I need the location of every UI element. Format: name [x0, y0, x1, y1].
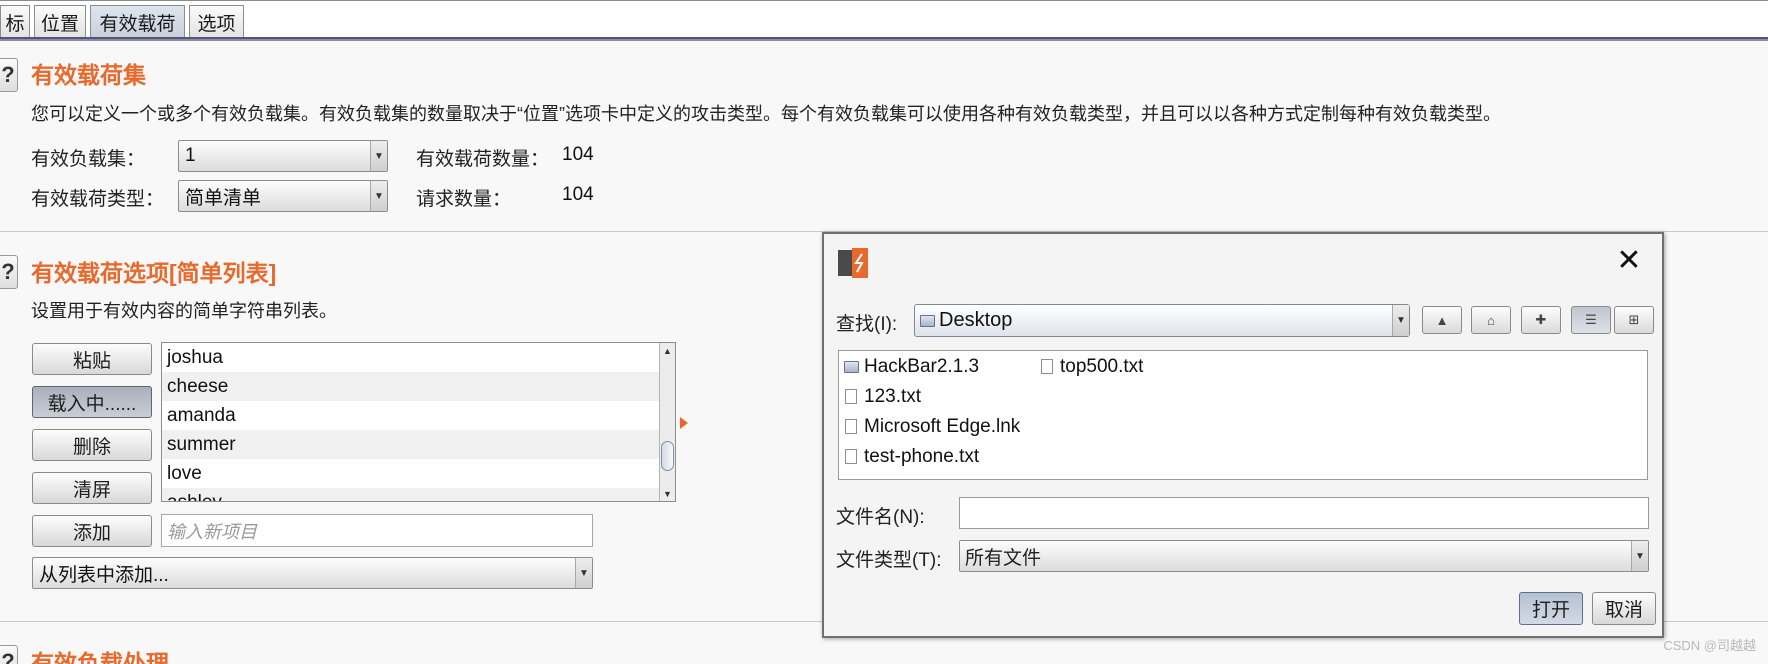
scroll-down-icon[interactable]: ▼ — [660, 486, 675, 501]
clear-button[interactable]: 清屏 — [32, 472, 152, 504]
tab-options[interactable]: 选项 — [189, 5, 244, 38]
look-in-select[interactable]: Desktop ▼ — [914, 304, 1410, 337]
up-folder-icon[interactable]: ▲ — [1422, 306, 1462, 334]
add-button[interactable]: 添加 — [32, 515, 152, 547]
payload-options-title: 有效载荷选项[简单列表] — [31, 260, 277, 286]
chevron-down-icon: ▼ — [1631, 541, 1648, 571]
scroll-thumb[interactable] — [661, 441, 674, 471]
chevron-down-icon: ▼ — [370, 181, 387, 211]
open-button[interactable]: 打开 — [1519, 592, 1583, 625]
payload-list[interactable]: joshua cheese amanda summer love ashley … — [161, 342, 676, 502]
close-icon[interactable]: ✕ — [1614, 246, 1644, 276]
help-icon[interactable]: ? — [0, 255, 18, 289]
file-icon — [845, 389, 857, 404]
look-in-label: 查找(I): — [836, 314, 898, 335]
burp-logo-icon — [838, 248, 868, 278]
list-item[interactable]: summer — [162, 430, 675, 459]
file-icon — [1041, 359, 1053, 374]
tab-positions[interactable]: 位置 — [34, 5, 86, 38]
add-from-list-label: 从列表中添加... — [39, 564, 169, 586]
payload-type-value: 简单清单 — [185, 187, 262, 209]
payload-set-label: 有效负载集： — [31, 149, 146, 170]
file-type-select[interactable]: 所有文件 ▼ — [959, 540, 1649, 572]
file-name-label: 文件名(N): — [836, 507, 925, 528]
load-button[interactable]: 载入中...... — [32, 386, 152, 418]
cancel-button[interactable]: 取消 — [1592, 592, 1656, 625]
file-name-input[interactable] — [959, 497, 1649, 529]
file-icon — [845, 449, 857, 464]
payload-count-value: 104 — [562, 144, 594, 165]
request-count-value: 104 — [562, 184, 594, 205]
file-list[interactable]: HackBar2.1.3 123.txt Microsoft Edge.lnk … — [838, 350, 1648, 480]
file-item[interactable]: HackBar2.1.3 — [864, 356, 979, 378]
chevron-down-icon: ▼ — [1392, 305, 1409, 336]
request-count-label: 请求数量： — [416, 189, 512, 210]
details-view-icon[interactable]: ⊞ — [1614, 306, 1654, 334]
list-item[interactable]: amanda — [162, 401, 675, 430]
scroll-up-icon[interactable]: ▲ — [660, 343, 675, 358]
help-icon[interactable]: ? — [0, 645, 18, 664]
payload-sets-description: 您可以定义一个或多个有效负载集。有效负载集的数量取决于“位置”选项卡中定义的攻击… — [31, 104, 1501, 124]
payload-options-description: 设置用于有效内容的简单字符串列表。 — [31, 301, 337, 321]
file-item[interactable]: top500.txt — [1060, 356, 1143, 378]
paste-button[interactable]: 粘贴 — [32, 343, 152, 375]
help-icon[interactable]: ? — [0, 58, 18, 92]
file-icon — [845, 419, 857, 434]
file-type-label: 文件类型(T): — [836, 550, 942, 571]
list-item[interactable]: cheese — [162, 372, 675, 401]
list-scrollbar[interactable]: ▲ ▼ — [659, 343, 675, 501]
chevron-down-icon: ▼ — [575, 558, 592, 588]
expand-arrow-icon[interactable] — [680, 417, 688, 429]
payload-set-select[interactable]: 1 ▼ — [178, 140, 388, 172]
folder-icon — [920, 315, 935, 327]
chevron-down-icon: ▼ — [370, 141, 387, 171]
home-icon[interactable]: ⌂ — [1471, 306, 1511, 334]
look-in-value: Desktop — [939, 309, 1013, 331]
payload-count-label: 有效载荷数量： — [416, 149, 550, 170]
new-item-input[interactable]: 输入新项目 — [161, 514, 593, 547]
tab-payloads[interactable]: 有效载荷 — [90, 5, 185, 38]
file-type-value: 所有文件 — [965, 547, 1042, 569]
payload-processing-title: 有效负载处理 — [31, 650, 169, 664]
tab-target[interactable]: 标 — [0, 5, 30, 38]
new-folder-icon[interactable]: ✚ — [1521, 306, 1561, 334]
file-item[interactable]: Microsoft Edge.lnk — [864, 416, 1020, 438]
folder-icon — [844, 361, 859, 373]
file-item[interactable]: test-phone.txt — [864, 446, 979, 468]
payload-type-select[interactable]: 简单清单 ▼ — [178, 180, 388, 212]
list-view-icon[interactable]: ☰ — [1571, 306, 1611, 334]
payload-type-label: 有效载荷类型： — [31, 189, 165, 210]
file-item[interactable]: 123.txt — [864, 386, 921, 408]
add-from-list-select[interactable]: 从列表中添加... ▼ — [32, 557, 593, 589]
payload-set-value: 1 — [185, 145, 196, 166]
list-item[interactable]: love — [162, 459, 675, 488]
watermark: CSDN @司越越 — [1663, 638, 1756, 653]
remove-button[interactable]: 删除 — [32, 429, 152, 461]
top-tab-bar: 标 位置 有效载荷 选项 — [0, 0, 1768, 41]
open-file-dialog: ✕ 查找(I): Desktop ▼ ▲ ⌂ ✚ ☰ ⊞ HackBar2.1.… — [822, 232, 1664, 638]
tab-bar-underline — [0, 37, 1768, 41]
list-item[interactable]: joshua — [162, 343, 675, 372]
payload-sets-title: 有效载荷集 — [31, 62, 146, 88]
list-item[interactable]: ashley — [162, 488, 675, 501]
